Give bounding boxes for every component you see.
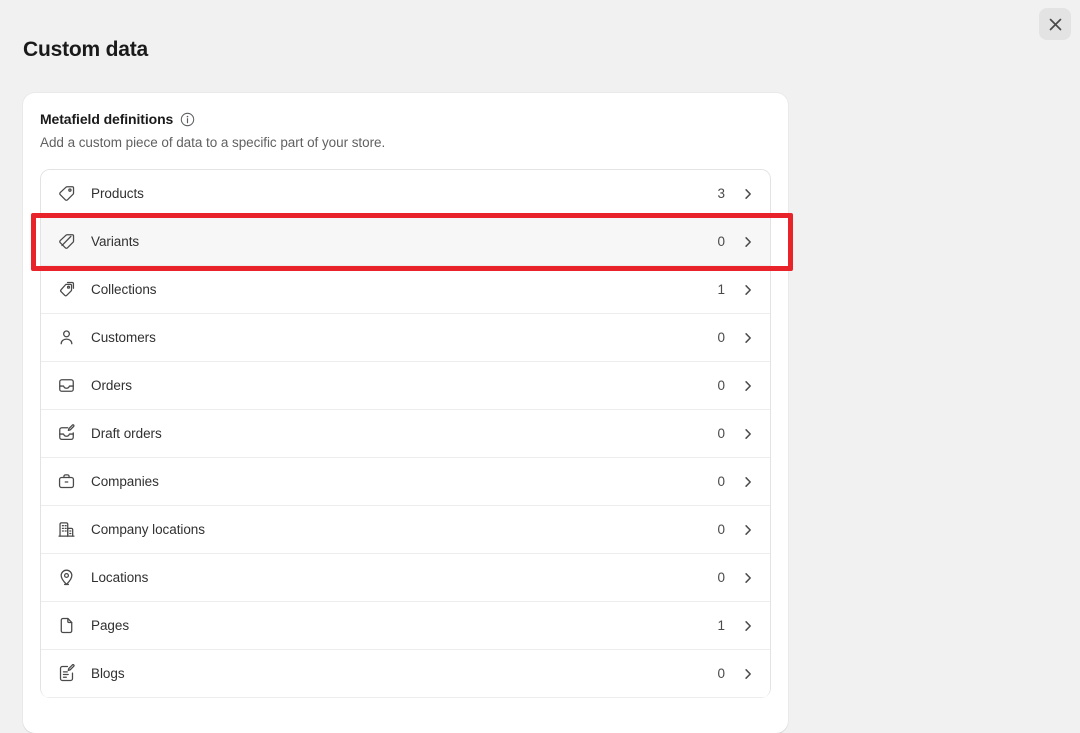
list-item-count: 0 [717, 570, 725, 585]
list-item[interactable]: Company locations 0 [41, 506, 770, 554]
list-item[interactable]: Companies 0 [41, 458, 770, 506]
metafield-owner-list: Products 3 Variants 0 Collections 1 Customers 0… [40, 169, 771, 698]
list-item-label: Pages [91, 618, 130, 633]
list-item-label: Orders [91, 378, 132, 393]
list-item[interactable]: Collections 1 [41, 266, 770, 314]
list-item-count: 1 [717, 618, 725, 633]
list-item[interactable]: Variants 0 [41, 218, 770, 266]
list-item[interactable]: Products 3 [41, 170, 770, 218]
chevron-right-icon [740, 570, 756, 586]
chevron-right-icon [740, 666, 756, 682]
list-item[interactable]: Locations 0 [41, 554, 770, 602]
list-item[interactable]: Pages 1 [41, 602, 770, 650]
close-icon [1049, 18, 1062, 31]
card-title-row: Metafield definitions [40, 111, 772, 127]
list-item-count: 0 [717, 522, 725, 537]
list-item-count: 0 [717, 426, 725, 441]
list-item-label: Customers [91, 330, 156, 345]
close-button[interactable] [1039, 8, 1071, 40]
list-item-label: Companies [91, 474, 159, 489]
chevron-right-icon [740, 474, 756, 490]
list-item-count: 1 [717, 282, 725, 297]
tag-icon [56, 184, 76, 204]
card-subtitle: Add a custom piece of data to a specific… [40, 135, 386, 150]
chevron-right-icon [740, 186, 756, 202]
list-item-count: 0 [717, 234, 725, 249]
tag-slash-icon [56, 232, 76, 252]
card-title: Metafield definitions [40, 111, 174, 127]
list-item-count: 3 [717, 186, 725, 201]
card-header: Metafield definitions Add a custom piece… [23, 93, 788, 150]
chevron-right-icon [740, 522, 756, 538]
building-icon [56, 520, 76, 540]
page-title: Custom data [23, 38, 148, 61]
list-item-count: 0 [717, 666, 725, 681]
chevron-right-icon [740, 618, 756, 634]
list-item-label: Products [91, 186, 144, 201]
list-item-count: 0 [717, 378, 725, 393]
chevron-right-icon [740, 330, 756, 346]
briefcase-icon [56, 472, 76, 492]
inbox-icon [56, 376, 76, 396]
list-item-label: Variants [91, 234, 140, 249]
list-item-label: Company locations [91, 522, 205, 537]
list-item[interactable]: Customers 0 [41, 314, 770, 362]
chevron-right-icon [740, 282, 756, 298]
list-item[interactable]: Blogs 0 [41, 650, 770, 698]
metafield-definitions-card: Metafield definitions Add a custom piece… [23, 93, 788, 733]
note-edit-icon [56, 664, 76, 684]
chevron-right-icon [740, 378, 756, 394]
list-item-count: 0 [717, 474, 725, 489]
list-item-count: 0 [717, 330, 725, 345]
list-item-label: Collections [91, 282, 157, 297]
info-circle-icon[interactable] [180, 112, 195, 127]
list-item-label: Blogs [91, 666, 125, 681]
chevron-right-icon [740, 234, 756, 250]
tag-stack-icon [56, 280, 76, 300]
list-item[interactable]: Orders 0 [41, 362, 770, 410]
map-pin-icon [56, 568, 76, 588]
list-item[interactable]: Draft orders 0 [41, 410, 770, 458]
page-icon [56, 616, 76, 636]
inbox-edit-icon [56, 424, 76, 444]
list-item-label: Locations [91, 570, 149, 585]
list-item-label: Draft orders [91, 426, 162, 441]
person-icon [56, 328, 76, 348]
chevron-right-icon [740, 426, 756, 442]
